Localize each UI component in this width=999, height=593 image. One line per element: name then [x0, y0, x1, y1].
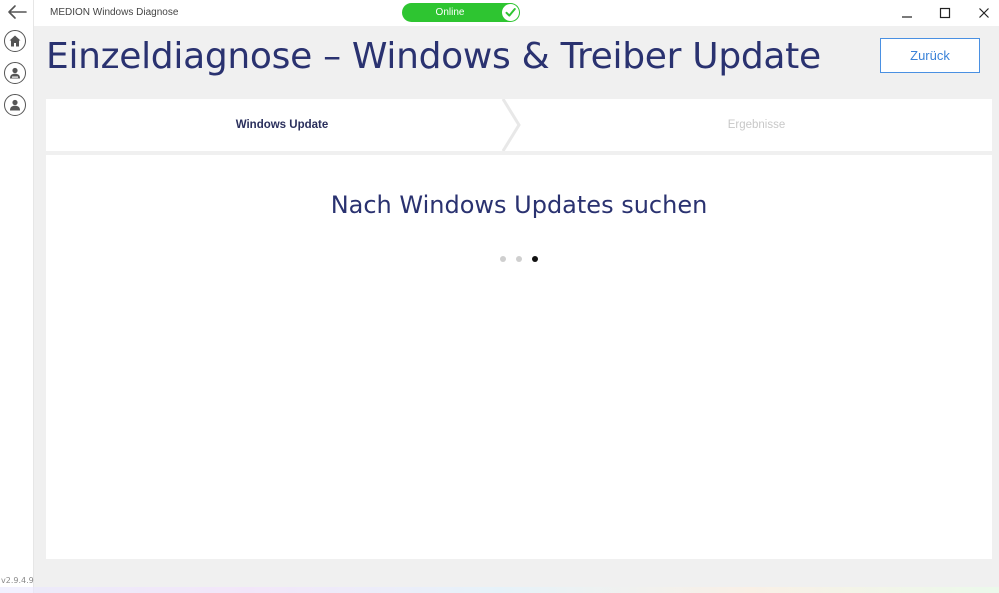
step-chevron-divider	[501, 99, 521, 151]
version-label: v2.9.4.9	[1, 576, 34, 585]
step-results: Ergebnisse	[727, 119, 786, 131]
check-circle-icon	[502, 4, 519, 21]
maximize-icon[interactable]	[932, 3, 958, 23]
loading-dot	[500, 256, 506, 262]
app-window: v2.9.4.9 MEDION Windows Diagnose Online …	[0, 0, 999, 593]
loading-indicator	[46, 256, 992, 262]
user-icon[interactable]	[4, 94, 26, 116]
loading-dot-active	[532, 256, 538, 262]
status-heading: Nach Windows Updates suchen	[330, 191, 708, 219]
community-icon[interactable]	[4, 62, 26, 84]
back-arrow-icon[interactable]	[6, 3, 28, 21]
step-windows-update: Windows Update	[235, 119, 329, 131]
minimize-icon[interactable]	[894, 3, 920, 23]
back-button[interactable]: Zurück	[880, 38, 980, 73]
close-icon[interactable]	[971, 3, 997, 23]
online-status-badge: Online	[402, 3, 520, 22]
page-title: Einzeldiagnose – Windows & Treiber Updat…	[46, 36, 821, 77]
status-label: Online	[435, 7, 465, 18]
bottom-accent-strip	[0, 587, 999, 593]
loading-dot	[516, 256, 522, 262]
step-indicator: Windows Update Ergebnisse	[46, 99, 992, 151]
app-title: MEDION Windows Diagnose	[50, 7, 179, 18]
content-card: Nach Windows Updates suchen	[46, 155, 992, 559]
title-bar: MEDION Windows Diagnose Online	[34, 0, 999, 26]
left-navigation-rail: v2.9.4.9	[0, 0, 34, 593]
home-icon[interactable]	[4, 30, 26, 52]
